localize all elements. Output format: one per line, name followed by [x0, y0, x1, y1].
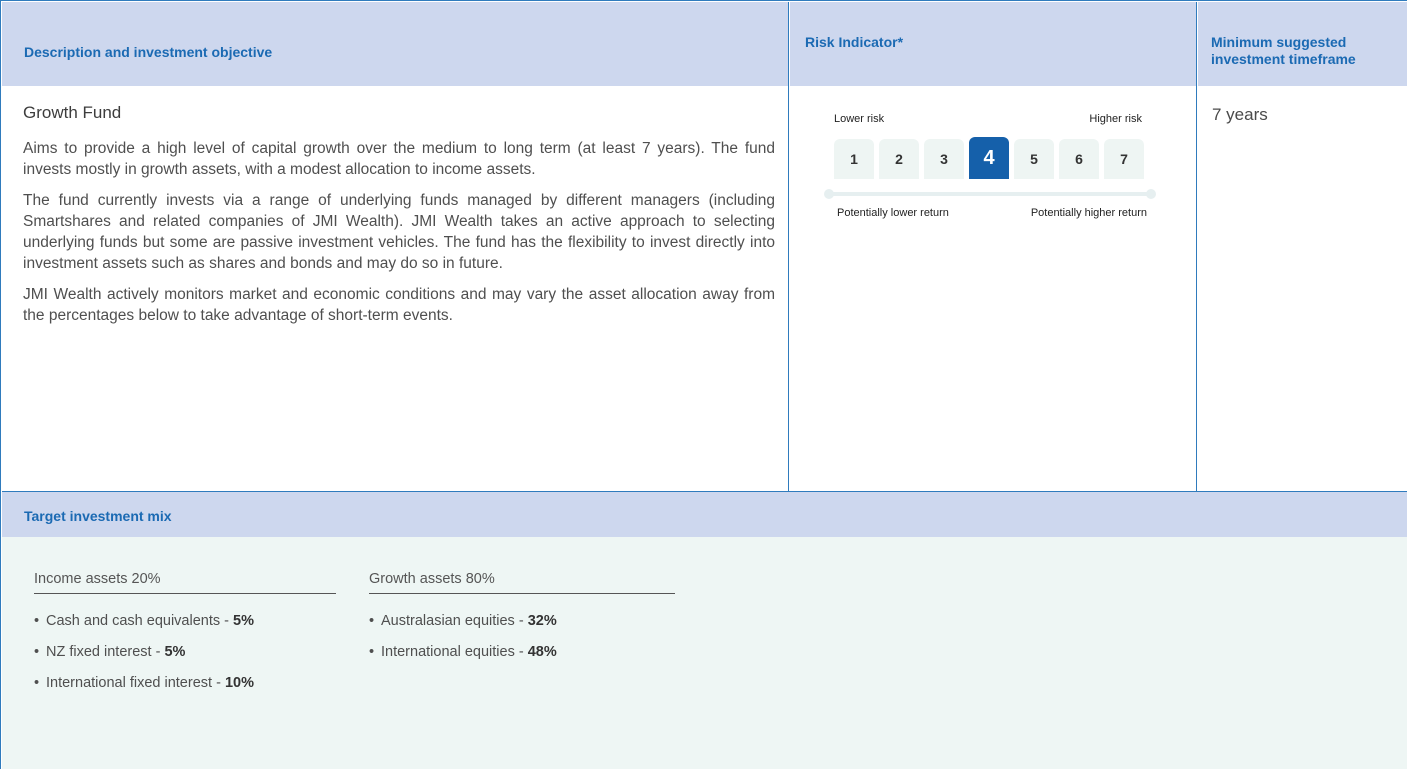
fund-paragraph: Aims to provide a high level of capital … [23, 140, 775, 178]
fund-table: Description and investment objective Ris… [0, 0, 1407, 769]
list-item: International fixed interest - 10% [34, 674, 336, 692]
header-risk-cell: Risk Indicator* [790, 2, 1196, 86]
lower-risk-label: Lower risk [834, 113, 885, 125]
risk-scale: 1234567 [834, 137, 1146, 179]
mix-title: Target investment mix [24, 508, 172, 524]
list-item: Australasian equities - 32% [369, 612, 675, 630]
risk-level-5: 5 [1014, 139, 1054, 179]
income-assets-title: Income assets 20% [34, 571, 336, 594]
header-timeframe: Minimum suggested investment timeframe [1211, 34, 1356, 68]
risk-level-7: 7 [1104, 139, 1144, 179]
lower-return-label: Potentially lower return [837, 207, 949, 219]
higher-return-label: Potentially higher return [1030, 207, 1147, 219]
risk-labels: Lower risk Higher risk [834, 113, 1154, 129]
column-divider [788, 2, 789, 491]
risk-level-2: 2 [879, 139, 919, 179]
column-divider [1196, 2, 1197, 491]
list-item: Cash and cash equivalents - 5% [34, 612, 336, 630]
risk-track [824, 189, 1156, 199]
fund-paragraph: JMI Wealth actively monitors market and … [23, 286, 775, 324]
mix-header: Target investment mix [2, 491, 1407, 537]
list-item: International equities - 48% [369, 643, 675, 661]
timeframe-value: 7 years [1212, 105, 1268, 124]
mix-body: Income assets 20% Cash and cash equivale… [2, 537, 1407, 769]
fund-paragraph: The fund currently invests via a range o… [23, 192, 775, 272]
higher-risk-label: Higher risk [1089, 113, 1142, 125]
income-assets-column: Income assets 20% Cash and cash equivale… [34, 571, 336, 705]
list-item: NZ fixed interest - 5% [34, 643, 336, 661]
header-risk: Risk Indicator* [805, 34, 904, 50]
income-assets-list: Cash and cash equivalents - 5% NZ fixed … [34, 612, 336, 692]
header-description: Description and investment objective [24, 44, 273, 60]
header-timeframe-line1: Minimum suggested [1211, 34, 1347, 50]
risk-level-4: 4 [969, 137, 1009, 179]
growth-assets-column: Growth assets 80% Australasian equities … [369, 571, 675, 674]
description-cell: Growth Fund Aims to provide a high level… [23, 102, 775, 336]
header-timeframe-cell: Minimum suggested investment timeframe [1198, 2, 1407, 86]
header-timeframe-line2: investment timeframe [1211, 51, 1356, 67]
growth-assets-list: Australasian equities - 32% Internationa… [369, 612, 675, 661]
fund-title: Growth Fund [23, 103, 122, 122]
risk-level-3: 3 [924, 139, 964, 179]
risk-indicator: Lower risk Higher risk 1234567 Potential… [824, 113, 1156, 219]
risk-level-1: 1 [834, 139, 874, 179]
risk-level-6: 6 [1059, 139, 1099, 179]
growth-assets-title: Growth assets 80% [369, 571, 675, 594]
header-description-cell: Description and investment objective [2, 2, 788, 86]
